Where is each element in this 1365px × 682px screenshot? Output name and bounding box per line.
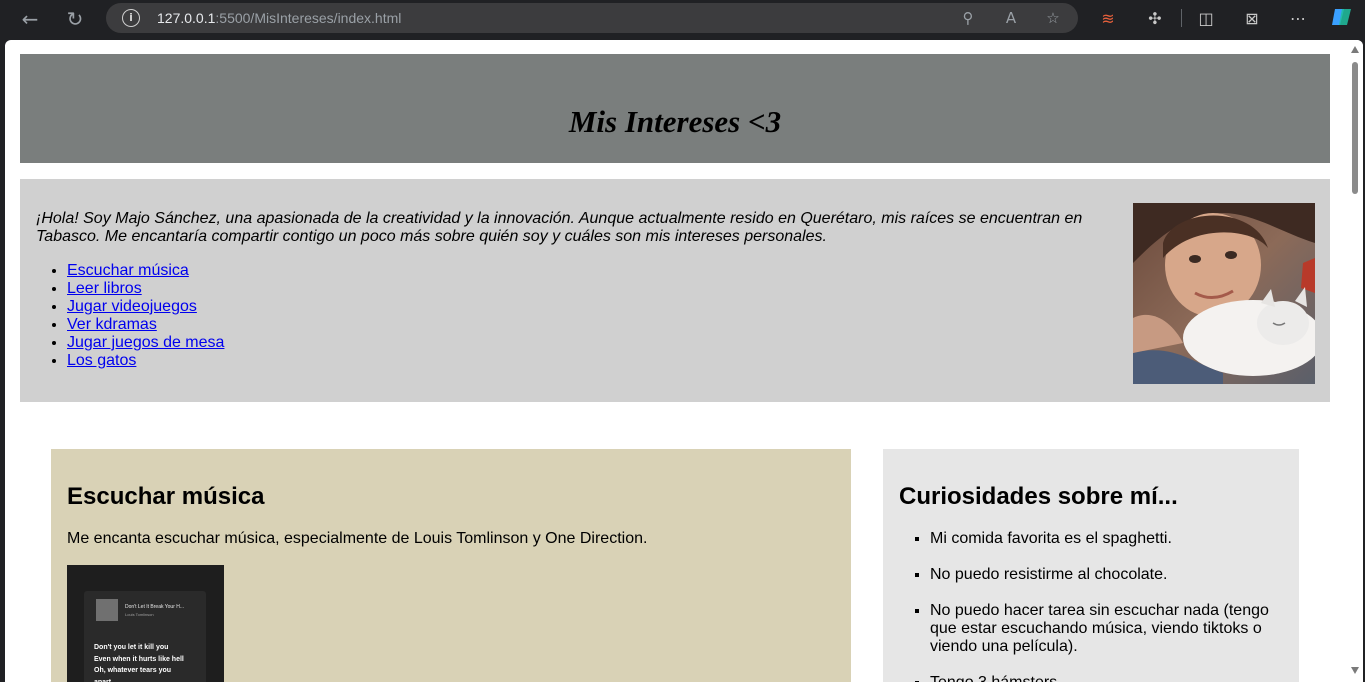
screenshot-icon[interactable]: ⊠: [1238, 5, 1266, 33]
list-item: Leer libros: [67, 280, 224, 298]
list-item: No puedo resistirme al chocolate.: [930, 566, 1280, 584]
page-title: Mis Intereses <3: [568, 104, 782, 139]
list-item: No puedo hacer tarea sin escuchar nada (…: [930, 602, 1280, 656]
url-text[interactable]: 127.0.0.1:5500/MisIntereses/index.html: [157, 10, 401, 26]
address-bar[interactable]: i 127.0.0.1:5500/MisIntereses/index.html…: [106, 3, 1078, 33]
list-item: Tengo 3 hámsters.: [930, 674, 1280, 682]
url-host: 127.0.0.1: [157, 10, 216, 26]
site-info-icon[interactable]: i: [122, 9, 140, 27]
lyric-line: Oh, whatever tears you: [94, 667, 172, 674]
copilot-icon[interactable]: [1328, 5, 1356, 33]
page-viewport: Mis Intereses <3 ¡Hola! Soy Majo Sánchez…: [5, 40, 1363, 682]
music-heading: Escuchar música: [67, 483, 265, 510]
list-item: Escuchar música: [67, 262, 224, 280]
extensions-puzzle-icon[interactable]: ✣: [1141, 5, 1169, 33]
list-item: Jugar juegos de mesa: [67, 334, 224, 352]
url-path: :5500/MisIntereses/index.html: [215, 10, 402, 26]
list-item: Ver kdramas: [67, 316, 224, 334]
toolbar-divider: [1181, 9, 1182, 27]
lyric-line: Even when it hurts like hell: [94, 655, 184, 663]
music-section: Escuchar música Me encanta escuchar músi…: [51, 449, 851, 682]
reload-icon[interactable]: ↻: [61, 5, 89, 33]
list-item: Mi comida favorita es el spaghetti.: [930, 530, 1280, 548]
link-los-gatos[interactable]: Los gatos: [67, 352, 136, 369]
song-title: Don't Let It Break Your H...: [125, 604, 185, 610]
list-item: Jugar videojuegos: [67, 298, 224, 316]
link-jugar-videojuegos[interactable]: Jugar videojuegos: [67, 298, 197, 315]
more-menu-icon[interactable]: ⋯: [1284, 5, 1312, 33]
back-icon[interactable]: ←: [16, 5, 44, 33]
link-leer-libros[interactable]: Leer libros: [67, 280, 142, 297]
curiosities-section: Curiosidades sobre mí... Mi comida favor…: [883, 449, 1299, 682]
interests-list: Escuchar música Leer libros Jugar videoj…: [67, 262, 224, 370]
curiosities-heading: Curiosidades sobre mí...: [899, 483, 1178, 510]
song-artist: Louis Tomlinson: [125, 612, 154, 617]
zoom-icon[interactable]: ⚲: [957, 7, 979, 29]
link-ver-kdramas[interactable]: Ver kdramas: [67, 316, 157, 333]
split-screen-icon[interactable]: ◫: [1192, 5, 1220, 33]
album-art: [96, 599, 118, 621]
music-text: Me encanta escuchar música, especialment…: [67, 530, 648, 547]
link-escuchar-musica[interactable]: Escuchar música: [67, 262, 189, 279]
intro-text: ¡Hola! Soy Majo Sánchez, una apasionada …: [36, 210, 1083, 245]
scroll-down-arrow-icon[interactable]: [1351, 667, 1359, 674]
extension-icon[interactable]: ≋: [1094, 5, 1122, 33]
favorite-star-icon[interactable]: ☆: [1042, 7, 1064, 29]
link-juegos-de-mesa[interactable]: Jugar juegos de mesa: [67, 334, 224, 351]
profile-photo: [1133, 203, 1315, 384]
lyrics-card: Don't Let It Break Your H... Louis Tomli…: [84, 591, 206, 682]
list-item: Los gatos: [67, 352, 224, 370]
lyrics-text: Don't you let it kill you Even when it h…: [94, 642, 184, 682]
lyric-line: apart: [94, 678, 112, 682]
spotify-lyrics-image: Don't Let It Break Your H... Louis Tomli…: [67, 565, 224, 682]
read-aloud-icon[interactable]: A: [1000, 7, 1022, 29]
scroll-up-arrow-icon[interactable]: [1351, 46, 1359, 53]
vertical-scrollbar[interactable]: [1347, 40, 1363, 682]
intro-section: ¡Hola! Soy Majo Sánchez, una apasionada …: [20, 179, 1330, 402]
page-header: Mis Intereses <3: [20, 54, 1330, 163]
scrollbar-thumb[interactable]: [1352, 62, 1358, 194]
lyric-line: Don't you let it kill you: [94, 644, 169, 651]
browser-toolbar: ← ↻ i 127.0.0.1:5500/MisIntereses/index.…: [0, 0, 1365, 38]
curiosities-list: Mi comida favorita es el spaghetti. No p…: [930, 530, 1280, 682]
